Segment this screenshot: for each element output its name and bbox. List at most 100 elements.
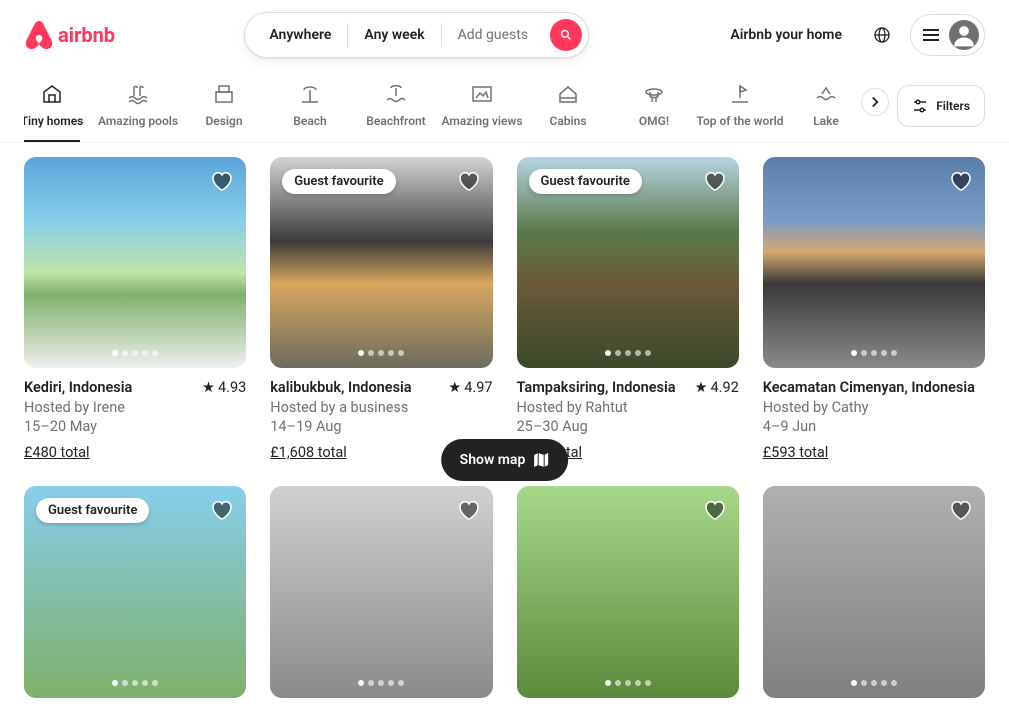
category-bar: Tiny homes Amazing pools Design Beach Beachf… — [0, 70, 1009, 143]
category-next-button[interactable] — [861, 88, 889, 116]
category-top-of-world[interactable]: Top of the world — [712, 82, 768, 142]
category-beachfront[interactable]: Beachfront — [368, 82, 424, 142]
search-icon — [560, 29, 572, 41]
listing-location: Kecamatan Cimenyan, Indonesia — [763, 378, 975, 398]
listing-card[interactable]: Guest favourite Tampaksiring, Indonesia★… — [517, 157, 739, 462]
category-label: Tiny homes — [24, 114, 83, 128]
language-button[interactable] — [862, 15, 902, 55]
listing-card[interactable] — [270, 486, 492, 697]
amazing-pools-icon — [126, 82, 150, 106]
beachfront-icon — [384, 82, 408, 106]
heart-icon — [703, 169, 727, 193]
show-map-label: Show map — [460, 452, 526, 468]
category-label: Top of the world — [696, 114, 783, 128]
wishlist-button[interactable] — [949, 498, 973, 522]
listing-image[interactable] — [270, 486, 492, 697]
heart-icon — [949, 498, 973, 522]
carousel-dots — [851, 680, 897, 686]
heart-icon — [949, 169, 973, 193]
wishlist-button[interactable] — [210, 169, 234, 193]
listing-card[interactable]: Kecamatan Cimenyan, Indonesia Hosted by … — [763, 157, 985, 462]
listing-info: Kediri, Indonesia★4.93 Hosted by Irene 1… — [24, 368, 246, 462]
category-label: Design — [205, 114, 242, 128]
filters-button[interactable]: Filters — [897, 85, 985, 127]
show-map-button[interactable]: Show map — [441, 439, 569, 481]
carousel-dots — [851, 350, 897, 356]
category-design[interactable]: Design — [196, 82, 252, 142]
category-label: Lake — [813, 114, 839, 128]
category-scroll[interactable]: Tiny homes Amazing pools Design Beach Beachf… — [24, 82, 869, 142]
category-label: Amazing pools — [98, 114, 178, 128]
listing-info: Kecamatan Cimenyan, Indonesia Hosted by … — [763, 368, 985, 462]
listing-image[interactable] — [763, 486, 985, 697]
heart-icon — [457, 498, 481, 522]
star-icon: ★ — [694, 378, 707, 398]
person-icon — [951, 22, 977, 48]
beach-icon — [298, 82, 322, 106]
map-icon — [533, 452, 549, 468]
listing-image[interactable]: Guest favourite — [24, 486, 246, 697]
rating: ★4.97 — [448, 378, 492, 398]
carousel-dots — [358, 680, 404, 686]
guest-favourite-badge: Guest favourite — [529, 169, 642, 194]
listing-card[interactable] — [763, 486, 985, 697]
guest-favourite-badge: Guest favourite — [36, 498, 149, 523]
carousel-dots — [112, 350, 158, 356]
wishlist-button[interactable] — [703, 498, 727, 522]
listing-image[interactable] — [517, 486, 739, 697]
search-button[interactable] — [550, 19, 582, 51]
guest-favourite-badge: Guest favourite — [282, 169, 395, 194]
filters-icon — [912, 98, 928, 114]
wishlist-button[interactable] — [457, 498, 481, 522]
category-label: Amazing views — [441, 114, 522, 128]
category-amazing-views[interactable]: Amazing views — [454, 82, 510, 142]
heart-icon — [703, 498, 727, 522]
category-beach[interactable]: Beach — [282, 82, 338, 142]
wishlist-button[interactable] — [949, 169, 973, 193]
header: airbnb Anywhere Any week Add guests Airb… — [0, 0, 1009, 70]
listing-location: kalibukbuk, Indonesia — [270, 378, 411, 398]
tiny-homes-icon — [40, 82, 64, 106]
globe-icon — [874, 27, 890, 43]
wishlist-button[interactable] — [703, 169, 727, 193]
category-lake[interactable]: Lake — [798, 82, 854, 142]
listing-image[interactable]: Guest favourite — [270, 157, 492, 368]
rating: ★4.93 — [202, 378, 246, 398]
listing-image[interactable] — [24, 157, 246, 368]
category-tiny-homes[interactable]: Tiny homes — [24, 82, 80, 142]
listing-card[interactable]: Guest favourite — [24, 486, 246, 697]
listing-host: Hosted by Cathy — [763, 398, 985, 418]
category-amazing-pools[interactable]: Amazing pools — [110, 82, 166, 142]
category-cabins[interactable]: Cabins — [540, 82, 596, 142]
cabins-icon — [556, 82, 580, 106]
carousel-dots — [358, 350, 404, 356]
listing-card[interactable]: Guest favourite kalibukbuk, Indonesia ★4.… — [270, 157, 492, 462]
brand-text: airbnb — [58, 23, 115, 47]
listing-dates: 15–20 May — [24, 417, 246, 437]
search-who[interactable]: Add guests — [442, 23, 544, 47]
profile-menu-button[interactable] — [910, 14, 985, 56]
listing-image[interactable]: Guest favourite — [517, 157, 739, 368]
category-label: Beach — [293, 114, 326, 128]
listing-card[interactable] — [517, 486, 739, 697]
star-icon: ★ — [202, 378, 215, 398]
listing-host: Hosted by Rahtut — [517, 398, 739, 418]
logo[interactable]: airbnb — [24, 19, 115, 51]
omg-icon — [642, 82, 666, 106]
search-pill[interactable]: Anywhere Any week Add guests — [244, 12, 589, 58]
listing-price: £480 total — [24, 443, 246, 463]
design-icon — [212, 82, 236, 106]
avatar — [949, 20, 979, 50]
wishlist-button[interactable] — [210, 498, 234, 522]
listing-card[interactable]: Kediri, Indonesia★4.93 Hosted by Irene 1… — [24, 157, 246, 462]
wishlist-button[interactable] — [457, 169, 481, 193]
listing-host: Hosted by Irene — [24, 398, 246, 418]
search-where[interactable]: Anywhere — [253, 23, 347, 47]
host-link[interactable]: Airbnb your home — [718, 15, 854, 55]
category-omg[interactable]: OMG! — [626, 82, 682, 142]
listing-host: Hosted by a business — [270, 398, 492, 418]
listing-image[interactable] — [763, 157, 985, 368]
category-label: Beachfront — [366, 114, 425, 128]
search-when[interactable]: Any week — [348, 23, 440, 47]
heart-icon — [210, 169, 234, 193]
